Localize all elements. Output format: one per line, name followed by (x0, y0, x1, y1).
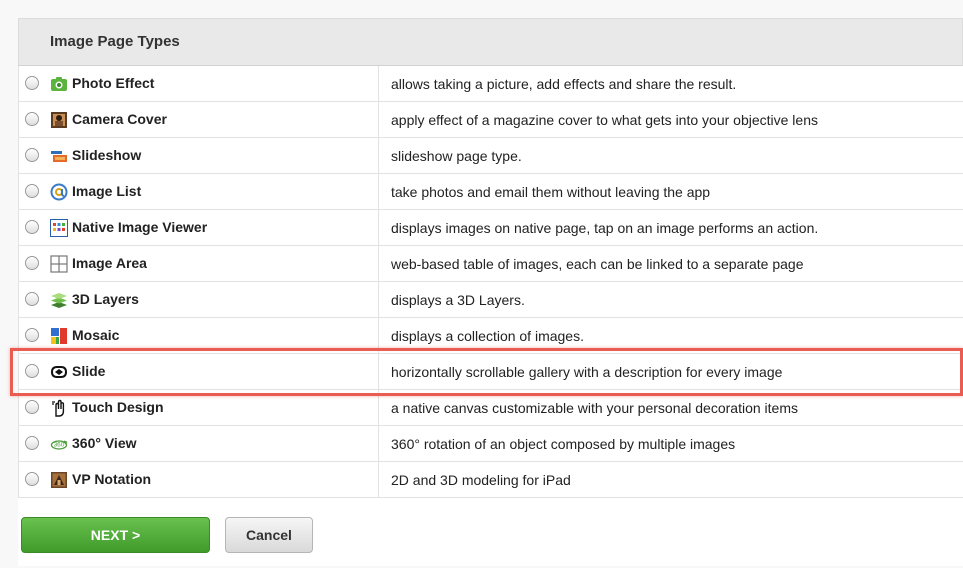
radio-button[interactable] (25, 472, 39, 486)
page-type-row-3d-layers[interactable]: 3D Layers displays a 3D Layers. (18, 282, 963, 318)
name-cell: Touch Design (18, 390, 379, 425)
radio-button[interactable] (25, 364, 39, 378)
next-button[interactable]: NEXT > (21, 517, 210, 553)
radio-button[interactable] (25, 436, 39, 450)
page-type-description: displays a 3D Layers. (391, 292, 525, 308)
page-type-description: a native canvas customizable with your p… (391, 400, 798, 416)
page-type-description: allows taking a picture, add effects and… (391, 76, 737, 92)
name-cell: Slide (18, 354, 379, 389)
slideshow-icon (51, 151, 67, 162)
image-grid-icon (50, 219, 68, 237)
page-type-row-image-list[interactable]: Image List take photos and email them wi… (18, 174, 963, 210)
page-type-row-slide[interactable]: Slide horizontally scrollable gallery wi… (18, 354, 963, 390)
page-type-name: Photo Effect (72, 75, 155, 91)
page-type-description: 2D and 3D modeling for iPad (391, 472, 571, 488)
radio-button[interactable] (25, 292, 39, 306)
description-cell: displays images on native page, tap on a… (379, 210, 963, 245)
page-type-row-360-view[interactable]: 360 360° View 360° rotation of an object… (18, 426, 963, 462)
slide-gallery-icon (50, 366, 68, 378)
svg-text:360: 360 (54, 442, 65, 449)
mosaic-icon (51, 328, 67, 344)
page-type-description: apply effect of a magazine cover to what… (391, 112, 818, 128)
vp-notation-icon (51, 472, 67, 488)
page-type-row-slideshow[interactable]: Slideshow slideshow page type. (18, 138, 963, 174)
page-type-name: Touch Design (72, 399, 164, 415)
page-type-name: Image Area (72, 255, 147, 271)
description-cell: horizontally scrollable gallery with a d… (379, 354, 963, 389)
page-type-row-mosaic[interactable]: Mosaic displays a collection of images. (18, 318, 963, 354)
page-type-description: 360° rotation of an object composed by m… (391, 436, 736, 452)
page-type-name: Camera Cover (72, 111, 167, 127)
page-type-row-touch-design[interactable]: Touch Design a native canvas customizabl… (18, 390, 963, 426)
description-cell: take photos and email them without leavi… (379, 174, 963, 209)
page-type-description: web-based table of images, each can be l… (391, 256, 804, 272)
radio-button[interactable] (25, 328, 39, 342)
description-cell: web-based table of images, each can be l… (379, 246, 963, 281)
radio-button[interactable] (25, 112, 39, 126)
description-cell: 360° rotation of an object composed by m… (379, 426, 963, 461)
at-sign-icon (50, 183, 68, 201)
radio-button[interactable] (25, 184, 39, 198)
page-type-list: Photo Effect allows taking a picture, ad… (18, 66, 963, 498)
radio-button[interactable] (25, 76, 39, 90)
magazine-cover-icon (51, 112, 67, 128)
description-cell: allows taking a picture, add effects and… (379, 66, 963, 101)
touch-hand-icon (52, 399, 65, 417)
description-cell: displays a 3D Layers. (379, 282, 963, 317)
page-type-description: displays images on native page, tap on a… (391, 220, 819, 236)
radio-button[interactable] (25, 220, 39, 234)
page-type-row-camera-cover[interactable]: Camera Cover apply effect of a magazine … (18, 102, 963, 138)
page-type-name: Slide (72, 363, 106, 379)
page-type-description: take photos and email them without leavi… (391, 184, 711, 200)
name-cell: Slideshow (18, 138, 379, 173)
page-type-description: horizontally scrollable gallery with a d… (391, 364, 783, 380)
name-cell: Camera Cover (18, 102, 379, 137)
page-type-row-image-area[interactable]: Image Area web-based table of images, ea… (18, 246, 963, 282)
name-cell: Mosaic (18, 318, 379, 353)
page-type-description: displays a collection of images. (391, 328, 584, 344)
name-cell: VP Notation (18, 462, 379, 497)
name-cell: Native Image Viewer (18, 210, 379, 245)
description-cell: 2D and 3D modeling for iPad (379, 462, 963, 497)
page-type-name: Mosaic (72, 327, 120, 343)
rotate-360-icon: 360 (50, 440, 68, 450)
page-type-description: slideshow page type. (391, 148, 522, 164)
page-type-name: Image List (72, 183, 142, 199)
page-type-name: 3D Layers (72, 291, 139, 307)
description-cell: a native canvas customizable with your p… (379, 390, 963, 425)
name-cell: Image List (18, 174, 379, 209)
page-type-name: Slideshow (72, 147, 142, 163)
page-type-name: VP Notation (72, 471, 152, 487)
name-cell: Photo Effect (18, 66, 379, 101)
radio-button[interactable] (25, 148, 39, 162)
image-page-types-panel: Image Page Types Photo Effect allows tak… (18, 18, 963, 566)
layers-icon (51, 293, 67, 308)
description-cell: apply effect of a magazine cover to what… (379, 102, 963, 137)
description-cell: displays a collection of images. (379, 318, 963, 353)
name-cell: 3D Layers (18, 282, 379, 317)
name-cell: 360 360° View (18, 426, 379, 461)
radio-button[interactable] (25, 400, 39, 414)
page-type-row-native-image-viewer[interactable]: Native Image Viewer displays images on n… (18, 210, 963, 246)
page-type-row-vp-notation[interactable]: VP Notation 2D and 3D modeling for iPad (18, 462, 963, 498)
name-cell: Image Area (18, 246, 379, 281)
page-type-name: Native Image Viewer (72, 219, 208, 235)
radio-button[interactable] (25, 256, 39, 270)
cancel-button[interactable]: Cancel (225, 517, 313, 553)
page-type-row-photo-effect[interactable]: Photo Effect allows taking a picture, ad… (18, 66, 963, 102)
page-type-name: 360° View (72, 435, 137, 451)
camera-green-icon (51, 77, 67, 91)
description-cell: slideshow page type. (379, 138, 963, 173)
table-grid-icon (50, 255, 68, 273)
table-title: Image Page Types (50, 33, 180, 50)
table-header: Image Page Types (18, 18, 963, 66)
